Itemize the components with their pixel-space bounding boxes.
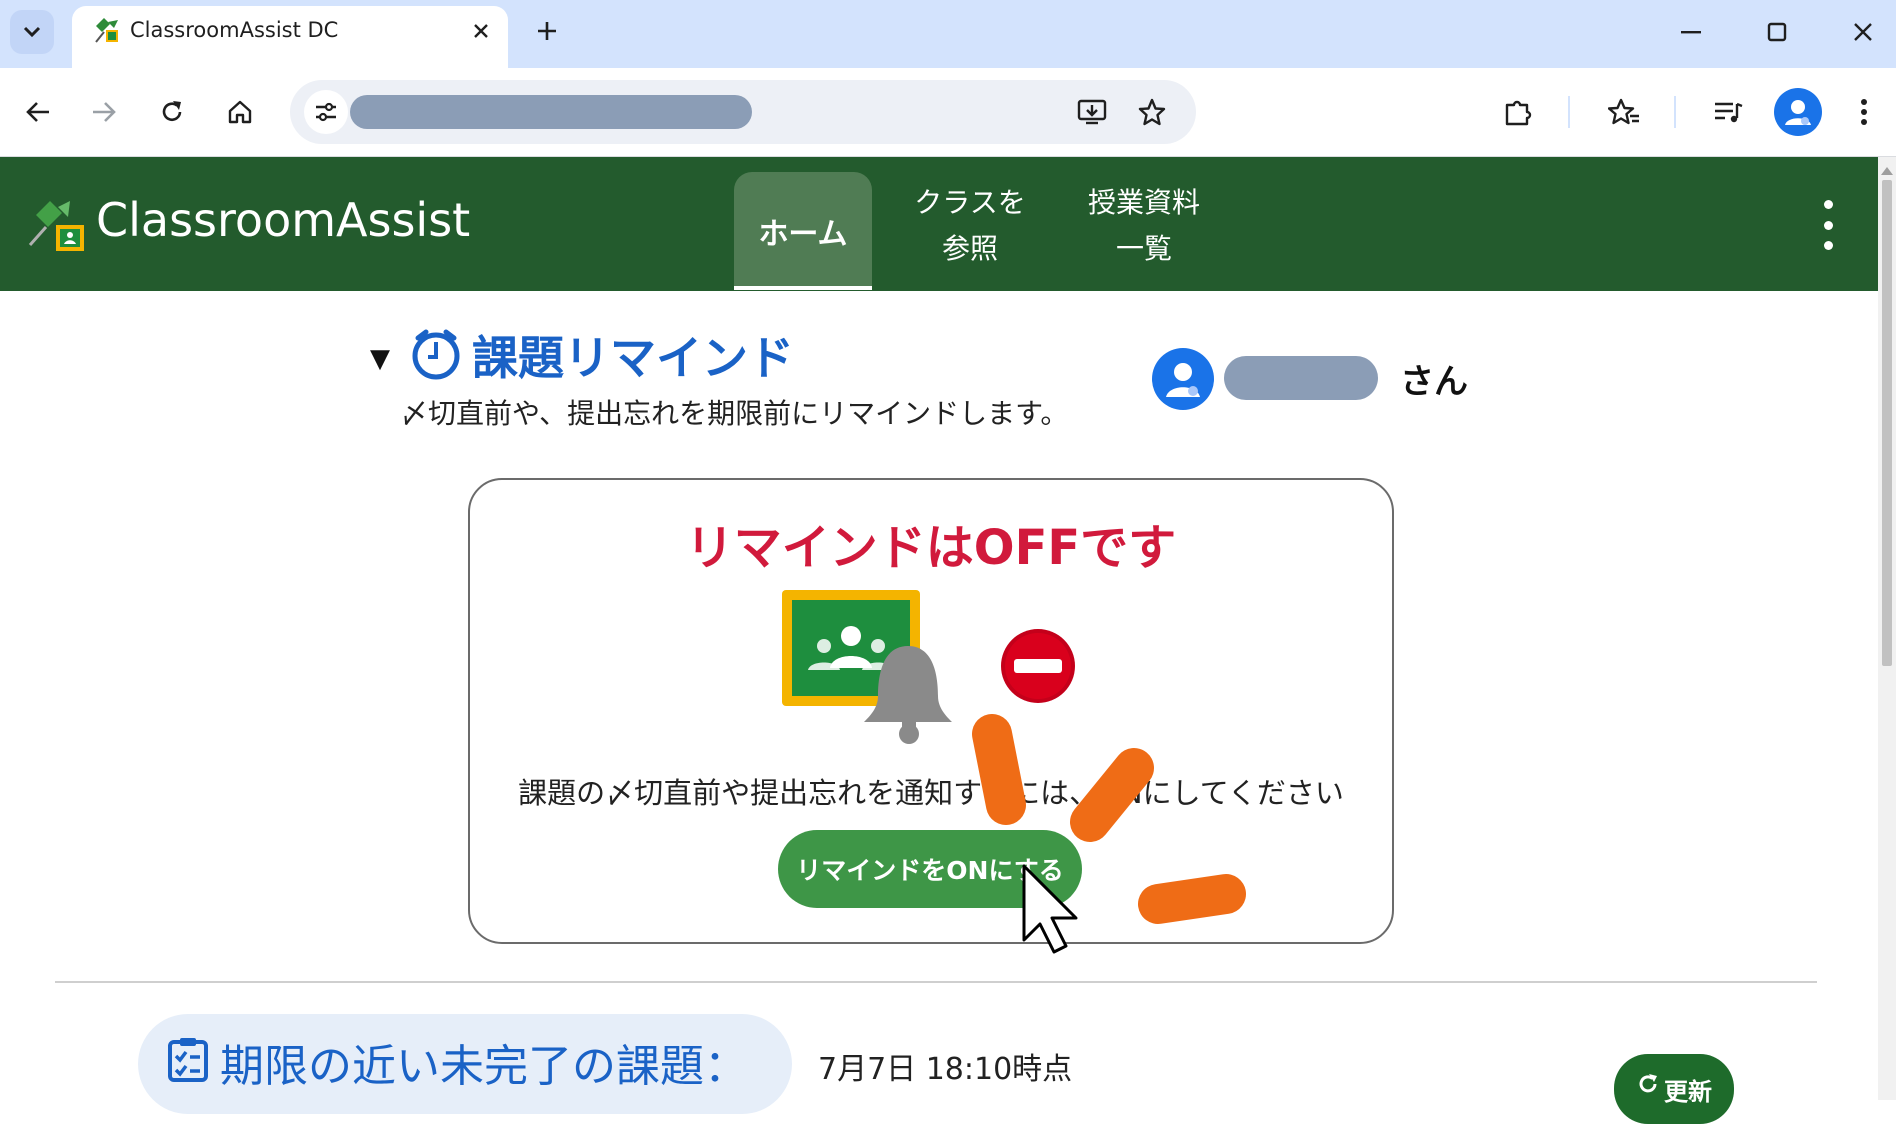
profile-avatar-icon[interactable] [1774, 88, 1822, 136]
classroomassist-logo-icon [28, 195, 88, 255]
user-honorific: さん [1400, 362, 1468, 402]
tab-close-icon[interactable] [466, 16, 496, 46]
new-tab-plus-icon[interactable] [530, 14, 564, 48]
nav-active-indicator [734, 286, 872, 290]
tab-title: ClassroomAssist DC [130, 18, 339, 42]
home-icon[interactable] [218, 90, 262, 134]
nav-tab-materials[interactable]: 授業資料 一覧 [1074, 180, 1214, 272]
reminder-section-title: 課題リマインド [472, 331, 794, 385]
tasks-section-title: 期限の近い未完了の課題： [220, 1041, 748, 1092]
maximize-icon[interactable] [1752, 12, 1802, 52]
toolbar-separator [1674, 96, 1676, 128]
classroom-bell-disabled-illustration [780, 586, 1080, 750]
nav-tab-classes-line1: クラスを [914, 186, 1026, 219]
refresh-icon [1636, 1072, 1660, 1102]
star-icon[interactable] [1130, 90, 1174, 134]
tasks-timestamp: 7月7日 18:10時点 [818, 1052, 1073, 1087]
chevron-down-icon[interactable] [10, 10, 54, 54]
user-name-redacted [1224, 356, 1378, 400]
app-menu-vertical-dots-icon[interactable] [1810, 200, 1846, 250]
reload-icon[interactable] [150, 90, 194, 134]
vertical-dots-icon[interactable] [1842, 90, 1886, 134]
minimize-icon[interactable] [1666, 12, 1716, 52]
classroomassist-favicon-icon [92, 16, 120, 44]
nav-tab-classes-line2: 参照 [941, 232, 998, 265]
arrow-left-icon[interactable] [16, 90, 60, 134]
alarm-clock-icon [408, 326, 464, 382]
app-title: ClassroomAssist [96, 193, 471, 247]
enable-reminder-button[interactable]: リマインドをONにする [778, 830, 1082, 908]
install-icon[interactable] [1070, 90, 1114, 134]
media-queue-icon[interactable] [1706, 90, 1750, 134]
nav-tab-materials-line1: 授業資料 [1087, 186, 1200, 219]
collapse-toggle[interactable]: ▼ [370, 344, 390, 374]
user-avatar-icon [1152, 348, 1214, 410]
scrollbar-thumb[interactable] [1882, 180, 1892, 666]
checklist-icon [166, 1036, 210, 1082]
tune-icon[interactable] [304, 90, 348, 134]
refresh-label: 更新 [1664, 1078, 1712, 1106]
url-text-redacted[interactable] [350, 95, 752, 129]
nav-tab-home[interactable]: ホーム [734, 172, 872, 290]
reminder-description: 〆切直前や、提出忘れを期限前にリマインドします。 [400, 397, 1069, 430]
toolbar-separator [1568, 96, 1570, 128]
reminder-status-title: リマインドはOFFです [685, 520, 1177, 576]
star-list-icon[interactable] [1602, 90, 1646, 134]
arrow-right-icon[interactable] [82, 90, 126, 134]
reminder-hint-text: 課題の〆切直前や提出忘れを通知するには、ONにしてください [518, 776, 1344, 810]
nav-tab-classes[interactable]: クラスを 参照 [900, 180, 1040, 272]
puzzle-icon[interactable] [1496, 90, 1540, 134]
window-close-icon[interactable] [1838, 12, 1888, 52]
nav-tab-materials-line2: 一覧 [1115, 232, 1172, 265]
refresh-button[interactable]: 更新 [1614, 1054, 1734, 1124]
scroll-up-arrow-icon[interactable] [1880, 162, 1894, 175]
section-divider [55, 981, 1817, 983]
